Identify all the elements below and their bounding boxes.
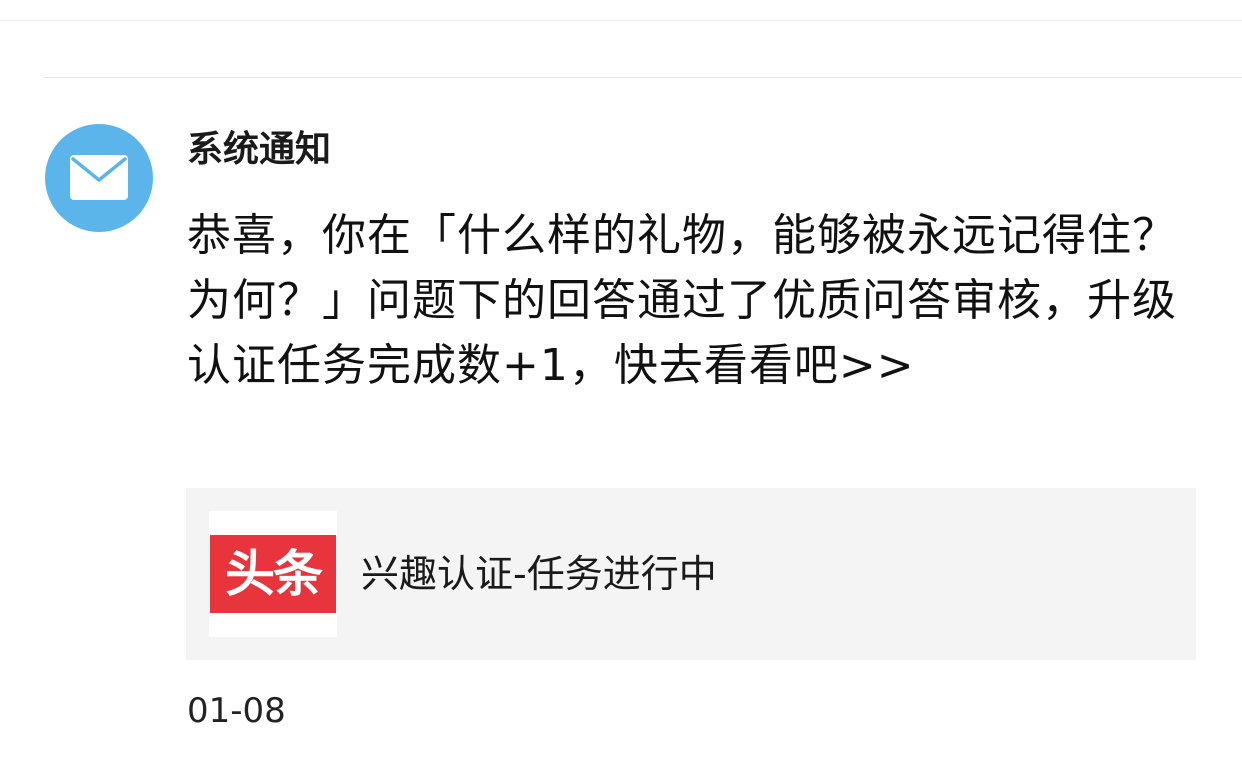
notification-timestamp: 01-08 — [187, 691, 286, 731]
task-card[interactable]: 头条 兴趣认证-任务进行中 — [186, 488, 1196, 660]
task-card-title: 兴趣认证-任务进行中 — [361, 552, 717, 596]
logo-text: 头条 — [225, 545, 323, 603]
envelope-icon — [70, 155, 128, 200]
notification-message[interactable]: 恭喜，你在「什么样的礼物，能够被永远记得住？为何？」问题下的回答通过了优质问答审… — [187, 203, 1182, 398]
top-divider — [0, 20, 1242, 21]
divider — [44, 77, 1242, 78]
avatar — [45, 124, 153, 232]
toutiao-logo: 头条 — [209, 511, 337, 637]
notification-sender: 系统通知 — [187, 129, 332, 170]
